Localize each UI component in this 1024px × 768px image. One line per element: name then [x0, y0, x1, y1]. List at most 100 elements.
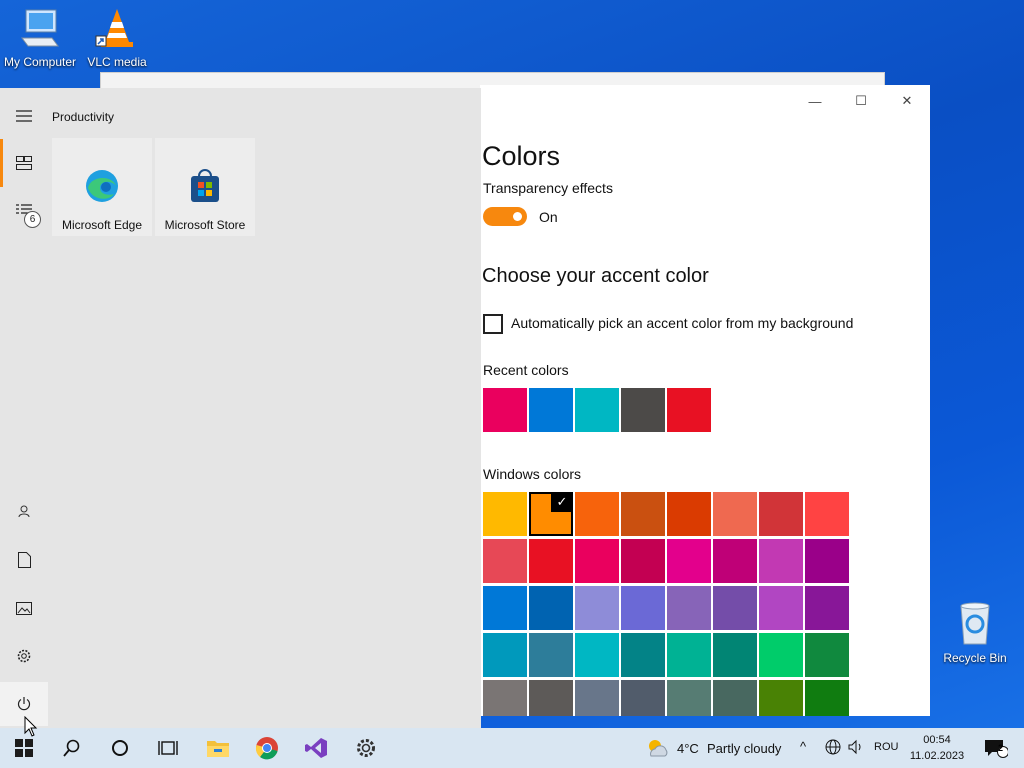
windows-color-swatch[interactable] — [621, 633, 665, 677]
minimize-icon[interactable]: — — [792, 85, 838, 117]
maximize-icon[interactable]: ☐ — [838, 85, 884, 117]
transparency-toggle[interactable] — [483, 207, 527, 226]
weather-condition[interactable]: Partly cloudy — [707, 741, 781, 756]
rail-settings-button[interactable] — [0, 634, 48, 678]
windows-color-swatch[interactable] — [483, 539, 527, 583]
weather-temperature[interactable]: 4°C — [677, 741, 699, 756]
task-view-button[interactable] — [144, 728, 192, 768]
desktop-icon-vlc[interactable]: VLC media — [75, 6, 159, 69]
desktop-icon-recycle-bin[interactable]: Recycle Bin — [933, 600, 1017, 665]
taskbar-settings[interactable] — [342, 728, 390, 768]
windows-color-swatch[interactable] — [621, 492, 665, 536]
clock-date: 11.02.2023 — [909, 750, 965, 762]
search-icon — [63, 739, 80, 757]
recent-color-swatch[interactable] — [621, 388, 665, 432]
recent-color-swatch[interactable] — [483, 388, 527, 432]
tile-microsoft-edge[interactable]: Microsoft Edge — [52, 138, 152, 236]
rail-tiles-button[interactable] — [0, 141, 48, 185]
windows-color-swatch[interactable] — [713, 492, 757, 536]
windows-color-swatch[interactable] — [805, 492, 849, 536]
volume-button[interactable] — [848, 739, 864, 758]
desktop-icon-my-computer[interactable]: My Computer — [0, 6, 82, 69]
taskbar-visual-studio[interactable] — [292, 728, 340, 768]
action-center-button[interactable]: 2 — [972, 728, 1020, 768]
tile-label: Microsoft Edge — [61, 218, 143, 232]
recycle-bin-icon — [960, 602, 990, 645]
show-hidden-icons-button[interactable]: ^ — [800, 739, 806, 754]
windows-color-swatch[interactable] — [483, 492, 527, 536]
windows-color-swatch[interactable] — [483, 680, 527, 716]
windows-color-swatch[interactable] — [621, 586, 665, 630]
windows-color-swatch[interactable] — [667, 539, 711, 583]
partly-cloudy-icon — [649, 740, 668, 757]
windows-color-swatch[interactable] — [759, 539, 803, 583]
clock-time: 00:54 — [923, 734, 951, 746]
windows-color-swatch[interactable] — [667, 633, 711, 677]
rail-all-apps-button[interactable]: 6 — [0, 189, 48, 233]
gear-icon — [17, 649, 31, 663]
recent-color-swatch[interactable] — [575, 388, 619, 432]
input-language[interactable]: ROU — [874, 741, 898, 753]
windows-color-swatch[interactable] — [759, 680, 803, 716]
windows-color-swatch[interactable] — [483, 586, 527, 630]
chevron-up-icon: ^ — [800, 739, 807, 754]
windows-color-swatch[interactable] — [621, 539, 665, 583]
tile-label: Microsoft Store — [164, 218, 246, 232]
windows-color-swatch[interactable] — [575, 586, 619, 630]
network-button[interactable] — [825, 739, 841, 758]
rail-user-button[interactable] — [0, 489, 48, 533]
windows-color-swatch[interactable] — [759, 633, 803, 677]
windows-color-swatch[interactable] — [621, 680, 665, 716]
taskbar-file-explorer[interactable] — [194, 728, 242, 768]
start-rail: 6 — [0, 88, 48, 728]
windows-color-swatch[interactable] — [575, 539, 619, 583]
search-button[interactable] — [48, 728, 96, 768]
auto-pick-label[interactable]: Automatically pick an accent color from … — [511, 315, 853, 331]
windows-color-swatch[interactable] — [529, 586, 573, 630]
tile-microsoft-store[interactable]: Microsoft Store — [155, 138, 255, 236]
taskbar-chrome[interactable] — [243, 728, 291, 768]
windows-color-swatch[interactable] — [529, 680, 573, 716]
weather-widget-icon-button[interactable] — [634, 728, 682, 768]
windows-color-swatch[interactable] — [575, 633, 619, 677]
windows-color-swatch[interactable] — [759, 492, 803, 536]
cortana-button[interactable] — [96, 728, 144, 768]
windows-color-swatch[interactable] — [529, 539, 573, 583]
windows-color-swatch[interactable] — [667, 680, 711, 716]
windows-color-swatch[interactable] — [805, 586, 849, 630]
desktop-icon-label: Recycle Bin — [943, 651, 1007, 665]
close-icon[interactable]: ✕ — [884, 85, 930, 117]
hamburger-menu-button[interactable] — [0, 94, 48, 138]
windows-logo-icon — [15, 739, 33, 757]
rail-documents-button[interactable] — [0, 538, 48, 582]
auto-pick-checkbox[interactable] — [483, 314, 503, 334]
vlc-cone-icon — [95, 9, 133, 47]
windows-color-swatch[interactable] — [529, 633, 573, 677]
windows-color-swatch[interactable] — [713, 539, 757, 583]
windows-color-swatch-selected[interactable] — [529, 492, 573, 536]
desktop-icon-label: My Computer — [3, 55, 77, 69]
windows-color-swatch[interactable] — [713, 680, 757, 716]
windows-color-swatch[interactable] — [805, 539, 849, 583]
windows-color-swatch[interactable] — [759, 586, 803, 630]
recent-color-swatch[interactable] — [667, 388, 711, 432]
pictures-icon — [16, 601, 32, 615]
windows-color-swatch[interactable] — [483, 633, 527, 677]
recent-color-swatch[interactable] — [529, 388, 573, 432]
power-icon — [17, 697, 31, 711]
clock[interactable]: 00:54 11.02.2023 — [905, 732, 969, 764]
windows-color-swatch[interactable] — [805, 680, 849, 716]
settings-window: — ☐ ✕ Colors Transparency effects On Cho… — [480, 85, 930, 716]
windows-color-swatch[interactable] — [667, 586, 711, 630]
rail-pictures-button[interactable] — [0, 586, 48, 630]
windows-color-swatch[interactable] — [667, 492, 711, 536]
windows-color-swatch[interactable] — [805, 633, 849, 677]
windows-color-swatch[interactable] — [575, 680, 619, 716]
task-view-icon — [158, 741, 178, 755]
windows-color-swatch[interactable] — [713, 633, 757, 677]
windows-color-swatch[interactable] — [713, 586, 757, 630]
windows-color-swatch[interactable] — [575, 492, 619, 536]
computer-icon — [21, 9, 59, 47]
transparency-label: Transparency effects — [483, 180, 613, 196]
tiles-icon — [16, 156, 32, 170]
